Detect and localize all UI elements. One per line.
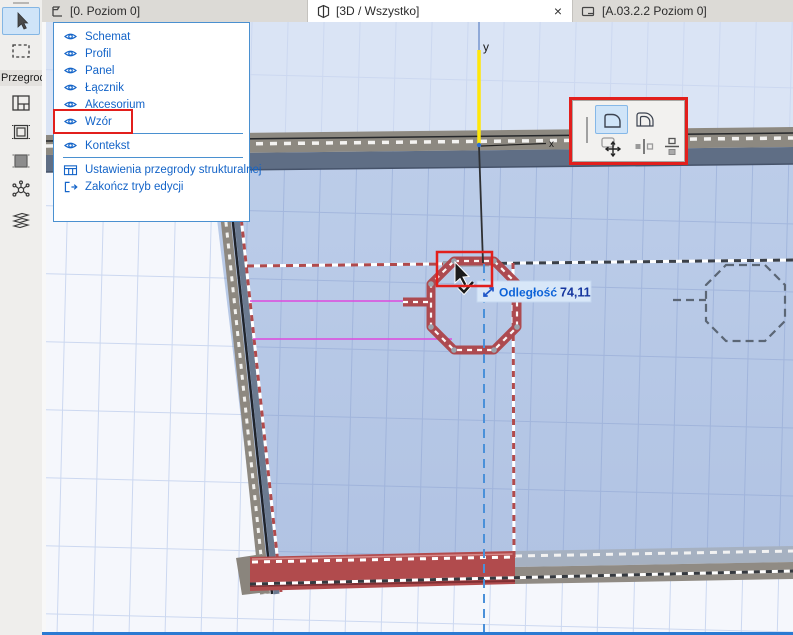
palette-btn-distribute[interactable] xyxy=(659,133,685,160)
tab-close-icon[interactable]: × xyxy=(554,2,562,20)
menu-item-label: Profil xyxy=(85,47,112,60)
menu-divider xyxy=(63,157,243,158)
accessory-icon xyxy=(11,212,31,229)
toolbox-sidebar: Przegroda xyxy=(0,0,42,635)
tab-floor-plan[interactable]: [0. Poziom 0] xyxy=(42,0,307,22)
origin-dot xyxy=(476,142,482,148)
palette-btn-offset-edge[interactable] xyxy=(631,133,657,160)
tool-arrow[interactable] xyxy=(2,7,40,35)
frame-icon xyxy=(12,124,30,140)
section-view-icon xyxy=(581,4,597,19)
menu-item-label: Schemat xyxy=(85,30,131,43)
edit-mode-context-menu: Schemat Profil Panel Łącznik Akcesorium … xyxy=(53,22,261,222)
pet-palette xyxy=(572,100,685,162)
menu-item-akcesorium[interactable]: Akcesorium xyxy=(54,96,249,113)
eye-icon xyxy=(63,140,79,151)
junction-icon xyxy=(12,180,30,197)
sidebar-gutter xyxy=(42,22,46,635)
tab-bar: [0. Poziom 0] [3D / Wszystko] × [A.03.2.… xyxy=(42,0,793,22)
menu-item-kontekst[interactable]: Kontekst xyxy=(54,137,249,154)
tool-marquee[interactable] xyxy=(3,38,39,64)
menu-item-wzor[interactable]: Wzór xyxy=(54,113,249,130)
boundary-simple-icon xyxy=(603,113,621,128)
tab-label: [0. Poziom 0] xyxy=(70,4,141,18)
move-icon xyxy=(601,137,622,158)
tab-label: [A.03.2.2 Poziom 0] xyxy=(602,4,707,18)
menu-item-zakoncz[interactable]: Zakończ tryb edycji xyxy=(54,178,249,195)
exit-edit-icon xyxy=(63,181,79,193)
palette-btn-boundary-simple[interactable] xyxy=(595,105,628,134)
menu-item-lacznik[interactable]: Łącznik xyxy=(54,79,249,96)
glass-panel xyxy=(210,153,793,560)
menu-item-ustawienia[interactable]: Ustawienia przegrody strukturalnej xyxy=(54,161,261,178)
cube-3d-icon xyxy=(316,4,331,19)
menu-item-label: Kontekst xyxy=(85,139,130,152)
axis-x-label: x xyxy=(549,139,554,150)
menu-item-label: Panel xyxy=(85,64,115,77)
scheme-icon xyxy=(12,95,30,111)
menu-item-label: Zakończ tryb edycji xyxy=(85,180,184,193)
annotation-box-palette xyxy=(569,97,688,165)
application-window: { "tabs": { "items": [ { "label": "[0. P… xyxy=(0,0,793,635)
menu-item-panel[interactable]: Panel xyxy=(54,62,249,79)
eye-icon xyxy=(63,48,79,59)
tab-label: [3D / Wszystko] xyxy=(336,4,420,18)
eye-icon xyxy=(63,82,79,93)
menu-divider xyxy=(63,133,243,134)
eye-icon xyxy=(63,65,79,76)
tooltip-value: 74,11 xyxy=(560,286,591,300)
eye-icon xyxy=(63,116,79,127)
menu-item-schemat[interactable]: Schemat xyxy=(54,28,249,45)
axis-y-label: y xyxy=(483,40,489,54)
palette-btn-move[interactable] xyxy=(596,133,628,160)
marquee-icon xyxy=(12,44,30,58)
menu-item-profil[interactable]: Profil xyxy=(54,45,249,62)
tool-scheme[interactable] xyxy=(3,90,39,116)
palette-btn-boundary-offset[interactable] xyxy=(630,105,659,132)
menu-item-label: Łącznik xyxy=(85,81,124,94)
measurement-tooltip: Odległość 74,11 xyxy=(476,280,592,303)
toolbar-divider xyxy=(13,2,29,4)
tool-accessory[interactable] xyxy=(3,206,39,232)
tab-3d-view[interactable]: [3D / Wszystko] × xyxy=(307,0,573,22)
distribute-icon xyxy=(665,137,679,155)
eye-icon xyxy=(63,31,79,42)
menu-item-label: Wzór xyxy=(85,115,112,128)
menu-item-label: Akcesorium xyxy=(85,98,146,111)
settings-grid-icon xyxy=(63,164,79,176)
floor-plan-icon xyxy=(50,4,65,19)
palette-handle[interactable] xyxy=(585,115,589,145)
menu-item-label: Ustawienia przegrody strukturalnej xyxy=(85,163,262,176)
tab-section-view[interactable]: [A.03.2.2 Poziom 0] xyxy=(573,0,793,22)
offset-edge-icon xyxy=(635,139,654,154)
tool-panel[interactable] xyxy=(3,148,39,174)
tooltip-label: Odległość xyxy=(499,286,557,300)
boundary-offset-icon xyxy=(635,112,654,127)
panel-icon xyxy=(12,154,30,168)
bottom-frame-member[interactable] xyxy=(514,546,793,584)
tool-junction[interactable] xyxy=(3,177,39,203)
eye-icon xyxy=(63,99,79,110)
tool-frame[interactable] xyxy=(3,119,39,145)
tool-group-label: Przegroda xyxy=(0,70,42,86)
arrow-cursor-icon xyxy=(17,11,29,30)
